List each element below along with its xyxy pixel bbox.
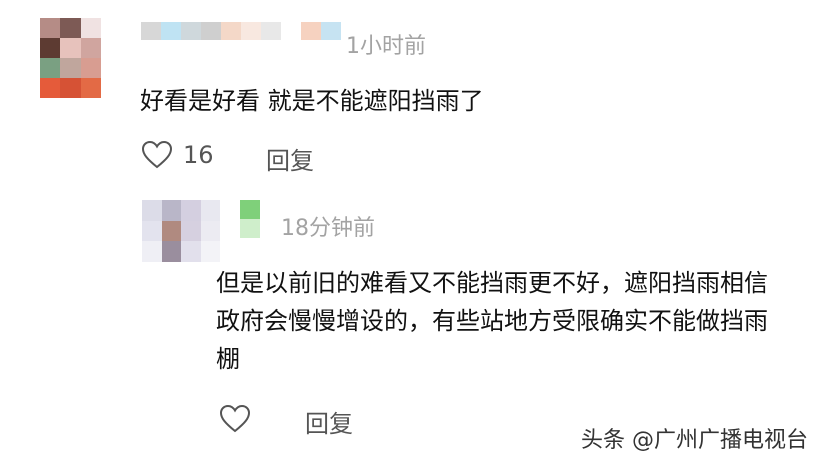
mosaic-tile — [40, 58, 61, 78]
mosaic-tile — [321, 22, 341, 40]
mosaic-tile — [261, 22, 281, 40]
comment-timestamp: 18分钟前 — [281, 216, 375, 241]
mosaic-tile — [181, 241, 201, 262]
mosaic-tile — [80, 38, 101, 58]
mosaic-tile — [301, 22, 321, 40]
mosaic-tile — [60, 58, 81, 78]
heart-icon — [219, 404, 251, 433]
mosaic-tile — [181, 22, 201, 40]
mosaic-tile — [60, 18, 81, 38]
mosaic-tile — [281, 22, 301, 40]
comment-text: 好看是好看 就是不能遮阳挡雨了 — [140, 87, 484, 115]
mosaic-tile — [40, 18, 61, 38]
mosaic-tile — [141, 22, 161, 40]
like-count: 16 — [183, 141, 214, 169]
reply-button[interactable]: 回复 — [305, 404, 353, 439]
comment-text: 但是以前旧的难看又不能挡雨更不好，遮阳挡雨相信政府会慢慢增设的，有些站地方受限确… — [216, 269, 768, 373]
username-blurred[interactable] — [240, 200, 260, 238]
mosaic-tile — [240, 219, 260, 238]
heart-icon — [141, 140, 173, 169]
mosaic-tile — [200, 220, 220, 242]
mosaic-tile — [200, 200, 220, 221]
mosaic-tile — [161, 241, 181, 262]
mosaic-tile — [161, 22, 181, 40]
mosaic-tile — [80, 18, 101, 38]
mosaic-tile — [221, 22, 241, 40]
like-button[interactable] — [219, 404, 251, 434]
mosaic-tile — [142, 220, 162, 242]
mosaic-tile — [80, 78, 101, 98]
mosaic-tile — [142, 200, 162, 221]
mosaic-tile — [181, 200, 201, 221]
mosaic-tile — [40, 38, 61, 58]
mosaic-tile — [181, 220, 201, 242]
avatar[interactable] — [142, 200, 220, 262]
mosaic-tile — [161, 220, 181, 242]
like-button[interactable]: 16 — [141, 140, 214, 170]
mosaic-tile — [200, 241, 220, 262]
mosaic-tile — [161, 200, 181, 221]
mosaic-tile — [60, 38, 81, 58]
mosaic-tile — [240, 200, 260, 219]
username-blurred[interactable] — [141, 22, 341, 40]
mosaic-tile — [142, 241, 162, 262]
reply-button[interactable]: 回复 — [266, 141, 314, 176]
mosaic-tile — [201, 22, 221, 40]
mosaic-tile — [40, 78, 61, 98]
watermark: 头条 @广州广播电视台 — [581, 428, 808, 453]
avatar[interactable] — [40, 18, 101, 98]
mosaic-tile — [241, 22, 261, 40]
comment-timestamp: 1小时前 — [346, 34, 426, 59]
mosaic-tile — [80, 58, 101, 78]
mosaic-tile — [60, 78, 81, 98]
